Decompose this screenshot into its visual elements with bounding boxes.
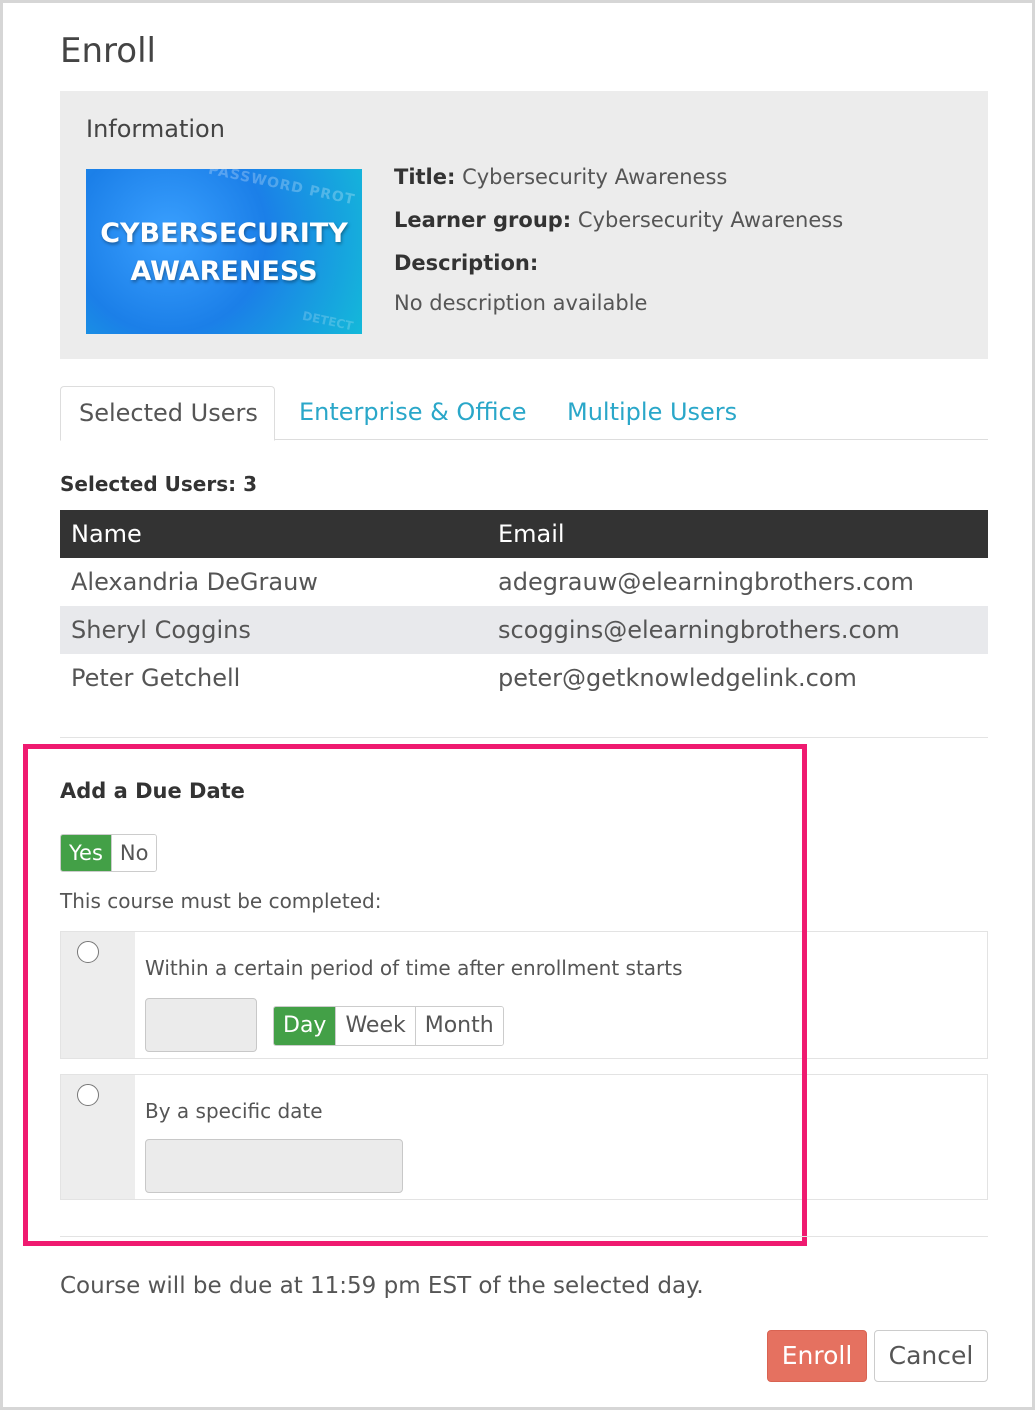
user-selection-tabs: Selected Users Enterprise & Office Multi… (60, 386, 988, 441)
table-row: Sheryl Coggins scoggins@elearningbrother… (60, 606, 988, 654)
enroll-button[interactable]: Enroll (767, 1330, 867, 1382)
information-panel: Information PASSWORD PROT DETECT CYBERSE… (60, 91, 988, 359)
section-divider (60, 1236, 988, 1237)
enroll-dialog: Enroll Information PASSWORD PROT DETECT … (0, 0, 1035, 1410)
due-date-heading: Add a Due Date (60, 779, 245, 803)
unit-month-button[interactable]: Month (414, 1007, 503, 1045)
column-header-name: Name (71, 520, 142, 548)
option-period-label: Within a certain period of time after en… (145, 956, 683, 980)
table-row: Alexandria DeGrauw adegrauw@elearningbro… (60, 558, 988, 606)
due-time-note: Course will be due at 11:59 pm EST of th… (60, 1273, 704, 1299)
due-date-no-button[interactable]: No (110, 835, 157, 871)
option-date-radio[interactable] (77, 1084, 99, 1106)
table-header: Name Email (60, 510, 988, 558)
completion-instruction: This course must be completed: (60, 889, 382, 913)
selected-users-count: Selected Users: 3 (60, 472, 258, 496)
thumbnail-line-2: AWARENESS (130, 256, 318, 287)
tab-multiple-users[interactable]: Multiple Users (549, 386, 755, 441)
user-name: Sheryl Coggins (71, 616, 251, 644)
thumbnail-deco-text: PASSWORD PROT (206, 169, 357, 209)
course-thumbnail: PASSWORD PROT DETECT CYBERSECURITY AWARE… (86, 169, 362, 334)
dialog-title: Enroll (60, 31, 156, 71)
user-email: peter@getknowledgelink.com (498, 664, 857, 692)
thumbnail-line-1: CYBERSECURITY (100, 218, 348, 249)
option-period-radio[interactable] (77, 941, 99, 963)
due-date-yes-button[interactable]: Yes (61, 835, 111, 871)
option-period: Within a certain period of time after en… (60, 931, 988, 1059)
learner-group-row: Learner group: Cybersecurity Awareness (394, 208, 843, 232)
user-email: scoggins@elearningbrothers.com (498, 616, 900, 644)
column-header-email: Email (498, 520, 565, 548)
thumbnail-title: CYBERSECURITY AWARENESS (86, 215, 362, 291)
unit-week-button[interactable]: Week (335, 1007, 415, 1045)
period-unit-selector: Day Week Month (273, 1006, 504, 1046)
tab-enterprise-office[interactable]: Enterprise & Office (281, 386, 544, 441)
tab-selected-users[interactable]: Selected Users (60, 386, 275, 441)
option-specific-date: By a specific date (60, 1074, 988, 1200)
cancel-button[interactable]: Cancel (874, 1330, 988, 1382)
learner-group-value: Cybersecurity Awareness (577, 208, 844, 232)
information-heading: Information (86, 115, 225, 143)
user-name: Peter Getchell (71, 664, 241, 692)
due-date-toggle: Yes No (60, 834, 158, 872)
title-label: Title: (394, 165, 456, 189)
course-title-row: Title: Cybersecurity Awareness (394, 165, 727, 189)
unit-day-button[interactable]: Day (274, 1007, 336, 1045)
thumbnail-deco-text-2: DETECT (301, 308, 355, 334)
table-row: Peter Getchell peter@getknowledgelink.co… (60, 654, 988, 702)
description-row: Description: (394, 251, 538, 275)
specific-date-input[interactable] (145, 1139, 403, 1193)
period-amount-input[interactable] (145, 998, 257, 1052)
user-name: Alexandria DeGrauw (71, 568, 318, 596)
user-email: adegrauw@elearningbrothers.com (498, 568, 914, 596)
learner-group-label: Learner group: (394, 208, 572, 232)
option-date-label: By a specific date (145, 1099, 323, 1123)
option-date-radio-column (61, 1075, 135, 1199)
selected-users-table: Name Email Alexandria DeGrauw adegrauw@e… (60, 510, 988, 702)
description-label: Description: (394, 251, 539, 275)
description-value: No description available (394, 291, 648, 315)
option-period-radio-column (61, 932, 135, 1058)
section-divider (60, 737, 988, 738)
title-value: Cybersecurity Awareness (462, 165, 728, 189)
